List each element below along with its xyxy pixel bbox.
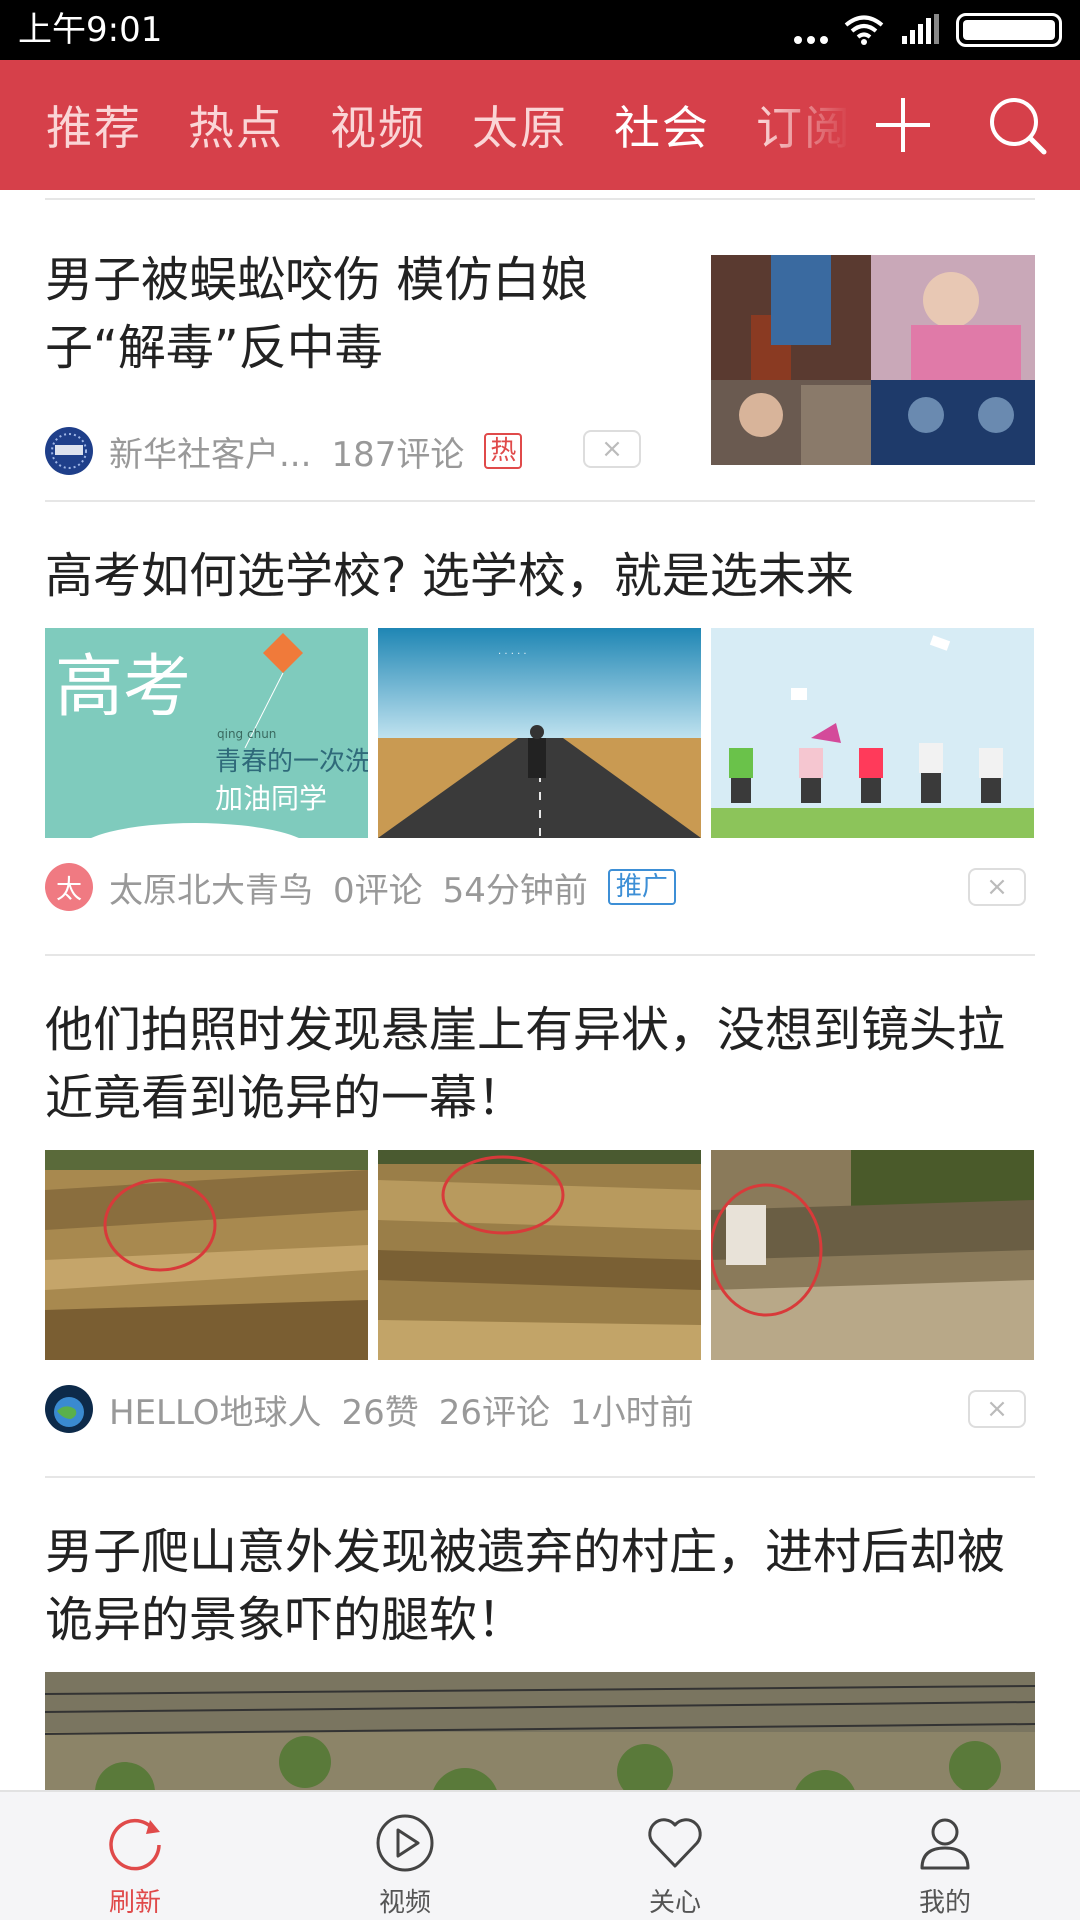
source-name[interactable]: 新华社客户... [109, 427, 311, 476]
post-time: 54分钟前 [442, 870, 588, 911]
status-time: 上午9:01 [18, 10, 163, 50]
news-meta: 新华社客户... 187评论 热 [45, 426, 523, 476]
like-count: 26赞 [341, 1392, 419, 1433]
nav-label: 刷新 [108, 1888, 161, 1918]
news-image[interactable]: . . . . . [378, 628, 701, 838]
battery-icon [956, 13, 1062, 47]
hot-badge: 热 [484, 433, 523, 469]
source-name[interactable]: 太原北大青鸟 [109, 863, 313, 912]
news-image[interactable] [711, 1150, 1034, 1360]
search-icon[interactable] [984, 92, 1050, 158]
svg-text:. . . . .: . . . . . [498, 646, 527, 657]
dismiss-button[interactable]: × [583, 430, 641, 468]
tab-recommend[interactable]: 推荐 [46, 92, 142, 158]
image-grid: 高考 qing chun 青春的一次洗礼 加油同学 [0, 628, 1080, 838]
news-meta: HELLO地球人 26赞 26评论 1小时前 × [0, 1384, 1080, 1434]
news-image[interactable] [45, 1672, 1035, 1790]
nav-label: 关心 [648, 1888, 701, 1918]
image-text-pinyin: qing chun [217, 727, 276, 741]
news-image[interactable] [45, 1150, 368, 1360]
comment-count: 0评论 [333, 870, 423, 911]
signal-icon [902, 14, 939, 44]
refresh-icon [109, 1818, 161, 1871]
news-title[interactable]: 男子爬山意外发现被遗弃的村庄，进村后却被诡异的景象吓的腿软！ [0, 1478, 1080, 1654]
bottom-nav: 刷新 视频 关心 我的 [0, 1790, 1080, 1920]
nav-care[interactable]: 关心 [540, 1792, 810, 1920]
image-text-jiayou: 加油同学 [215, 782, 327, 815]
status-bar: 上午9:01 [0, 0, 1080, 60]
image-text-gaokao: 高考 [55, 648, 191, 727]
nav-label: 视频 [378, 1888, 431, 1918]
video-play-icon [376, 1814, 434, 1872]
tabs-fade [760, 60, 850, 190]
add-channel-icon[interactable] [870, 92, 936, 158]
heart-icon [648, 1818, 702, 1868]
news-thumbnail[interactable] [711, 255, 1035, 465]
profile-icon [920, 1818, 970, 1870]
image-text-qingchun: 青春的一次洗礼 [215, 747, 368, 777]
dismiss-button[interactable]: × [968, 1390, 1026, 1428]
news-image[interactable] [378, 1150, 701, 1360]
tab-video[interactable]: 视频 [330, 92, 426, 158]
post-time: 1小时前 [570, 1392, 694, 1433]
tab-society[interactable]: 社会 [614, 92, 710, 158]
status-icons [794, 12, 1062, 48]
news-title[interactable]: 高考如何选学校? 选学校，就是选未来 [0, 502, 1080, 610]
comment-count: 187评论 [331, 434, 465, 475]
news-meta: 太 太原北大青鸟 0评论 54分钟前 推广 × [0, 862, 1080, 912]
dismiss-button[interactable]: × [968, 868, 1026, 906]
source-avatar [45, 1385, 93, 1433]
tab-hot[interactable]: 热点 [188, 92, 284, 158]
nav-refresh[interactable]: 刷新 [0, 1792, 270, 1920]
nav-label: 我的 [918, 1888, 971, 1918]
news-item[interactable]: 他们拍照时发现悬崖上有异状，没想到镜头拉近竟看到诡异的一幕！ HELLO地球人 … [0, 956, 1080, 1476]
nav-mine[interactable]: 我的 [810, 1792, 1080, 1920]
news-item[interactable]: 男子爬山意外发现被遗弃的村庄，进村后却被诡异的景象吓的腿软！ [0, 1478, 1080, 1790]
category-tabs: 推荐 热点 视频 太原 社会 订阅 [0, 60, 850, 190]
top-nav: 推荐 热点 视频 太原 社会 订阅 [0, 60, 1080, 190]
source-name[interactable]: HELLO地球人 [109, 1385, 321, 1434]
news-title[interactable]: 男子被蜈蚣咬伤 模仿白娘子“解毒”反中毒 [45, 246, 645, 382]
source-avatar [45, 427, 93, 475]
news-image[interactable] [711, 628, 1034, 838]
news-feed[interactable]: 男子被蜈蚣咬伤 模仿白娘子“解毒”反中毒 新华社客户... 187评论 热 × [0, 190, 1080, 1790]
promo-badge: 推广 [607, 869, 676, 905]
news-image[interactable]: 高考 qing chun 青春的一次洗礼 加油同学 [45, 628, 368, 838]
source-avatar: 太 [45, 863, 93, 911]
news-item[interactable]: 高考如何选学校? 选学校，就是选未来 高考 qing chun 青春的一次洗礼 … [0, 502, 1080, 954]
wifi-icon [844, 15, 884, 45]
more-notifications-icon [794, 12, 828, 48]
image-grid [0, 1150, 1080, 1360]
comment-count: 26评论 [438, 1392, 551, 1433]
tab-taiyuan[interactable]: 太原 [472, 92, 568, 158]
news-item[interactable]: 男子被蜈蚣咬伤 模仿白娘子“解毒”反中毒 新华社客户... 187评论 热 × [0, 200, 1080, 500]
news-title[interactable]: 他们拍照时发现悬崖上有异状，没想到镜头拉近竟看到诡异的一幕！ [0, 956, 1080, 1132]
nav-video[interactable]: 视频 [270, 1792, 540, 1920]
